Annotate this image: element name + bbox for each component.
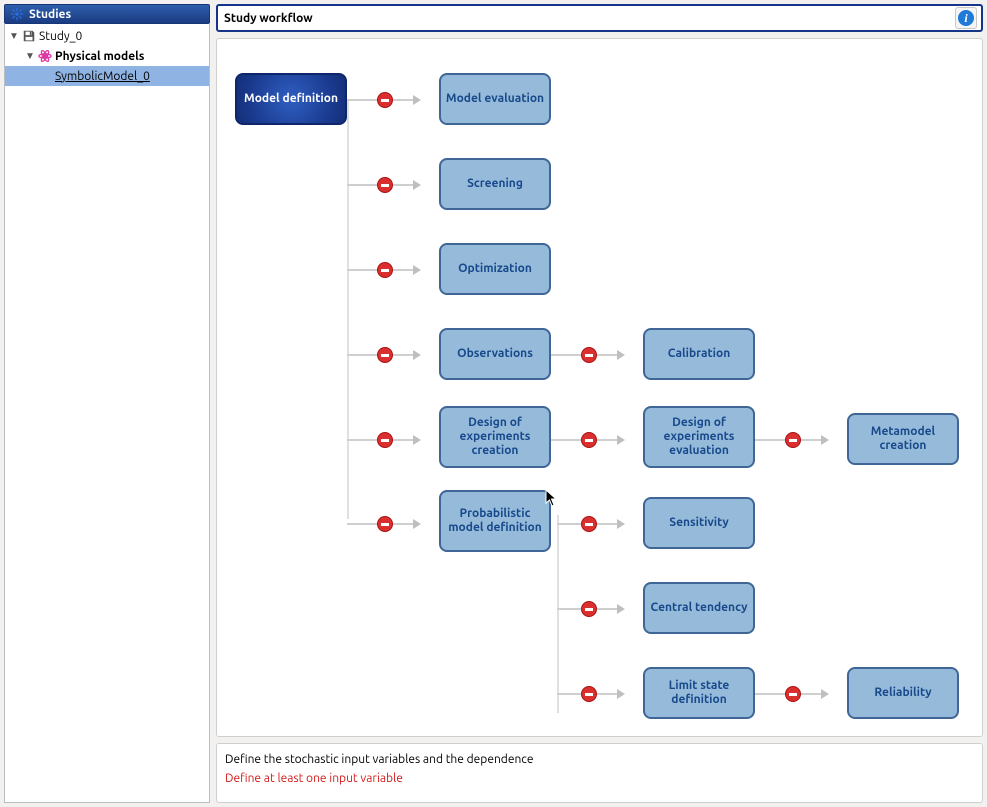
arrow-icon xyxy=(617,519,625,529)
arrow-icon xyxy=(413,350,421,360)
node-optimization[interactable]: Optimization xyxy=(439,243,551,295)
disk-icon xyxy=(21,29,37,43)
stop-icon xyxy=(785,686,801,702)
workflow-connector xyxy=(755,432,829,448)
workflow-title: Study workflow xyxy=(224,12,313,25)
workflow-connector xyxy=(755,686,829,702)
info-button[interactable]: i xyxy=(955,7,977,29)
arrow-icon xyxy=(617,350,625,360)
workflow-connector xyxy=(347,262,421,278)
message-info: Define the stochastic input variables an… xyxy=(225,750,974,769)
stop-icon xyxy=(377,262,393,278)
stop-icon xyxy=(377,516,393,532)
chevron-down-icon[interactable]: ▼ xyxy=(7,30,21,42)
node-central-tendency[interactable]: Central tendency xyxy=(643,582,755,634)
arrow-icon xyxy=(413,435,421,445)
stop-icon xyxy=(581,601,597,617)
chevron-down-icon[interactable]: ▼ xyxy=(23,50,37,62)
studies-tree: ▼ Study_0 ▼ Physical models SymbolicMode… xyxy=(4,24,210,803)
arrow-icon xyxy=(617,689,625,699)
arrow-icon xyxy=(413,95,421,105)
arrow-icon xyxy=(617,435,625,445)
symbolicmodel-label: SymbolicModel_0 xyxy=(53,70,152,83)
stop-icon xyxy=(377,92,393,108)
node-sensitivity[interactable]: Sensitivity xyxy=(643,497,755,549)
stop-icon xyxy=(581,686,597,702)
info-icon: i xyxy=(958,10,974,26)
node-reliability[interactable]: Reliability xyxy=(847,667,959,719)
stop-icon xyxy=(377,432,393,448)
stop-icon xyxy=(581,432,597,448)
node-doe-creation[interactable]: Design of experiments creation xyxy=(439,406,551,468)
workflow-title-bar: Study workflow i xyxy=(216,4,983,32)
node-limit-state[interactable]: Limit state definition xyxy=(643,667,755,719)
tree-item-symbolicmodel[interactable]: SymbolicModel_0 xyxy=(5,66,209,86)
node-calibration[interactable]: Calibration xyxy=(643,328,755,380)
studies-panel-header: Studies xyxy=(4,4,210,24)
arrow-icon xyxy=(821,689,829,699)
node-doe-evaluation[interactable]: Design of experiments evaluation xyxy=(643,406,755,468)
workflow-connector xyxy=(557,686,625,702)
workflow-connector xyxy=(551,347,625,363)
node-observations[interactable]: Observations xyxy=(439,328,551,380)
main-area: Study workflow i Model definition Model … xyxy=(216,4,983,803)
workflow-connector xyxy=(347,99,349,519)
node-screening[interactable]: Screening xyxy=(439,158,551,210)
node-probabilistic-model[interactable]: Probabilistic model definition xyxy=(439,490,551,552)
stop-icon xyxy=(377,347,393,363)
stop-icon xyxy=(581,516,597,532)
workflow-connector xyxy=(557,601,625,617)
workflow-connector xyxy=(347,516,421,532)
node-model-definition[interactable]: Model definition xyxy=(235,73,347,125)
message-error: Define at least one input variable xyxy=(225,769,974,788)
tree-item-study[interactable]: ▼ Study_0 xyxy=(5,26,209,46)
arrow-icon xyxy=(821,435,829,445)
workflow-connector xyxy=(347,177,421,193)
stop-icon xyxy=(377,177,393,193)
node-model-evaluation[interactable]: Model evaluation xyxy=(439,73,551,125)
workflow-connector xyxy=(551,432,625,448)
study-label: Study_0 xyxy=(37,30,84,43)
workflow-connector xyxy=(347,92,421,108)
message-panel: Define the stochastic input variables an… xyxy=(216,743,983,803)
arrow-icon xyxy=(413,519,421,529)
studies-panel-title: Studies xyxy=(29,8,71,21)
tree-item-physical-models[interactable]: ▼ Physical models xyxy=(5,46,209,66)
arrow-icon xyxy=(413,265,421,275)
workflow-connector xyxy=(557,516,625,532)
arrow-icon xyxy=(617,604,625,614)
physical-models-label: Physical models xyxy=(53,50,146,63)
stop-icon xyxy=(581,347,597,363)
workflow-connector xyxy=(347,347,421,363)
arrow-icon xyxy=(413,180,421,190)
workflow-canvas: Model definition Model evaluation Screen… xyxy=(216,38,983,737)
workflow-connector xyxy=(347,432,421,448)
gear-icon xyxy=(9,8,25,20)
studies-panel: Studies ▼ Study_0 ▼ Physical models Symb… xyxy=(4,4,210,803)
stop-icon xyxy=(785,432,801,448)
node-metamodel-creation[interactable]: Metamodel creation xyxy=(847,413,959,465)
atom-icon xyxy=(37,49,53,63)
